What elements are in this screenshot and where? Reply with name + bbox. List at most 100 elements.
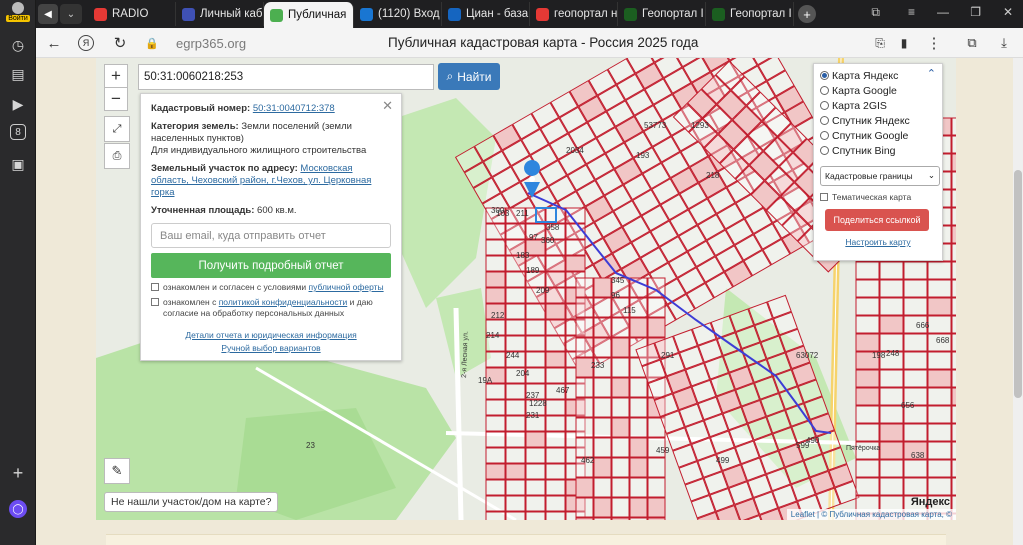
- parcel: [647, 457, 666, 478]
- restore-icon[interactable]: ❐: [970, 5, 981, 19]
- radio-button[interactable]: [820, 146, 829, 155]
- email-field[interactable]: Ваш email, куда отправить отчет: [151, 223, 391, 248]
- offer-link[interactable]: публичной оферты: [309, 282, 384, 292]
- profile-button[interactable]: Войти: [5, 2, 31, 24]
- parcel: [525, 495, 546, 512]
- download-icon[interactable]: ⤓: [994, 33, 1014, 53]
- share-link-button[interactable]: Поделиться ссылкой: [825, 209, 929, 231]
- map-label: 97: [529, 233, 538, 242]
- not-found-button[interactable]: Не нашли участок/дом на карте?: [104, 492, 279, 512]
- new-tab-icon[interactable]: +: [798, 5, 816, 23]
- menu-icon[interactable]: ≡: [908, 5, 915, 19]
- get-report-button[interactable]: Получить подробный отчет: [151, 253, 391, 278]
- configure-map-link[interactable]: Настроить карту: [845, 237, 910, 247]
- parcel: [505, 479, 526, 496]
- ruler-icon[interactable]: ✎: [104, 458, 130, 484]
- minimize-icon[interactable]: —: [937, 5, 949, 19]
- privacy-agreement-checkbox[interactable]: ознакомлен с политикой конфиденциальност…: [151, 297, 391, 319]
- close-icon[interactable]: ✕: [382, 98, 393, 114]
- zoom-out-button[interactable]: −: [104, 87, 128, 111]
- cadastral-map[interactable]: 300 2034 53773 193 1293 218 211 358 360 183 189 209…: [96, 58, 956, 520]
- tab-5[interactable]: геопортал н: [530, 2, 618, 26]
- parcel: [611, 397, 630, 418]
- reload-icon[interactable]: ↻: [110, 33, 130, 53]
- downloads-icon[interactable]: ⎘: [870, 33, 890, 53]
- search-input[interactable]: 50:31:0060218:253: [138, 64, 434, 90]
- bookmark-icon[interactable]: ▮: [894, 33, 914, 53]
- chevron-down-icon[interactable]: ⌄: [60, 4, 82, 24]
- gallery-icon[interactable]: ▣: [8, 154, 28, 174]
- tab-0[interactable]: RADIO: [88, 2, 176, 26]
- feed-icon[interactable]: ▤: [8, 64, 28, 84]
- tab-6[interactable]: Геопортал I: [618, 2, 706, 26]
- tab-1[interactable]: Личный каб: [176, 2, 264, 26]
- url-host[interactable]: egrp365.org: [176, 36, 246, 51]
- radio-button[interactable]: [820, 116, 829, 125]
- extensions-icon[interactable]: ⧉: [962, 33, 982, 53]
- tab-label: RADIO: [112, 8, 149, 20]
- tab-label: Геопортал I: [642, 8, 704, 20]
- tab-label: Геопортал I: [730, 8, 792, 20]
- yandex-icon[interactable]: Я: [78, 35, 94, 51]
- fullscreen-icon[interactable]: ⤢: [104, 116, 130, 142]
- map-type-option[interactable]: Спутник Google: [820, 128, 936, 143]
- tab-7[interactable]: Геопортал I: [706, 2, 794, 26]
- tab-4[interactable]: Циан - база: [442, 2, 530, 26]
- map-type-label: Карта Яндекс: [832, 69, 899, 82]
- parcel: [951, 189, 956, 208]
- scrollbar-thumb[interactable]: [1014, 170, 1022, 398]
- location-pin-icon: [524, 160, 541, 176]
- collections-icon[interactable]: ⧉: [871, 5, 880, 20]
- radio-button[interactable]: [820, 101, 829, 110]
- add-icon[interactable]: +: [8, 463, 28, 483]
- map-type-option[interactable]: Карта 2GIS: [820, 98, 936, 113]
- print-icon[interactable]: ⎙: [104, 143, 130, 169]
- alice-icon[interactable]: ◯: [9, 500, 27, 518]
- checkbox-box[interactable]: [151, 298, 159, 306]
- avatar-icon: [12, 2, 24, 14]
- map-type-option[interactable]: Карта Google: [820, 83, 936, 98]
- manual-select-link[interactable]: Ручной выбор вариантов: [221, 343, 320, 353]
- parcel: [593, 457, 612, 478]
- thematic-checkbox[interactable]: Тематическая карта: [820, 192, 936, 203]
- counter-icon[interactable]: 8: [10, 124, 26, 140]
- more-icon[interactable]: ⋮: [924, 33, 944, 53]
- tab-audio-icon[interactable]: ◀: [38, 4, 58, 24]
- checkbox-box[interactable]: [820, 193, 828, 201]
- offer-agreement-checkbox[interactable]: ознакомлен и согласен с условиями публич…: [151, 282, 391, 293]
- find-button[interactable]: ⌕ Найти: [438, 63, 500, 90]
- back-icon[interactable]: ←: [44, 33, 64, 53]
- tab-3[interactable]: (1120) Вход: [354, 2, 442, 26]
- overlay-select[interactable]: Кадастровые границы ⌄: [820, 166, 940, 186]
- map-label: 198: [872, 351, 886, 360]
- close-window-icon[interactable]: ✕: [1003, 5, 1013, 19]
- parcel: [545, 447, 566, 464]
- collapse-icon[interactable]: ⌃: [927, 67, 936, 80]
- parcel: [611, 317, 630, 338]
- map-label: 233: [591, 361, 605, 370]
- parcel: [485, 415, 506, 432]
- radio-button[interactable]: [820, 86, 829, 95]
- parcel: [545, 335, 566, 352]
- video-icon[interactable]: ▶: [8, 94, 28, 114]
- map-label: 209: [536, 286, 550, 295]
- radio-button[interactable]: [820, 131, 829, 140]
- privacy-link[interactable]: политикой конфиденциальности: [219, 297, 348, 307]
- radio-button[interactable]: [820, 71, 829, 80]
- details-link[interactable]: Детали отчета и юридическая информация: [185, 330, 356, 340]
- leaflet-link[interactable]: Leaflet: [791, 510, 815, 519]
- map-type-option[interactable]: Карта Яндекс: [820, 68, 936, 83]
- tab-2[interactable]: Публичная✕: [264, 2, 354, 28]
- parcel: [505, 223, 526, 240]
- cadastral-number-link[interactable]: 50:31:0040712:378: [253, 103, 335, 114]
- parcel: [611, 417, 630, 438]
- map-type-option[interactable]: Спутник Яндекс: [820, 113, 936, 128]
- map-label: 103: [496, 209, 510, 218]
- page-scrollbar[interactable]: [1013, 58, 1023, 545]
- parcel: [951, 207, 956, 226]
- map-type-option[interactable]: Спутник Bing: [820, 143, 936, 158]
- checkbox-box[interactable]: [151, 283, 159, 291]
- history-icon[interactable]: ◷: [8, 35, 28, 55]
- zoom-in-button[interactable]: +: [104, 64, 128, 88]
- parcel: [951, 297, 956, 316]
